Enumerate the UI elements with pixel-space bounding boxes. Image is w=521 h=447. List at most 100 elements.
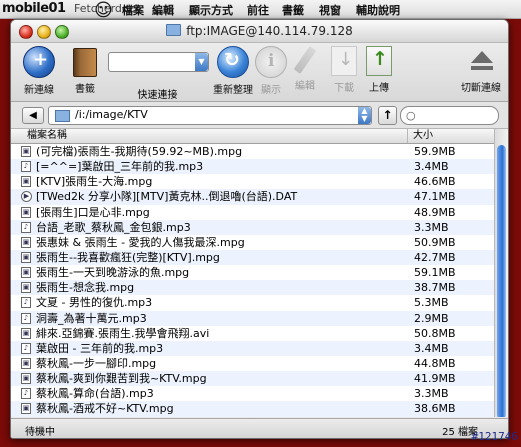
table-row[interactable]: ♪ 葉啟田 - 三年前的我.mp3 3.4MB bbox=[11, 340, 494, 356]
file-rows: ▣ (可完檔)張雨生-我期待(59.92~MB).mpg 59.9MB ♪ [=^^=]… bbox=[11, 144, 494, 417]
table-row[interactable]: ▣ 張雨生-想念我.mpg 38.7MB bbox=[11, 280, 494, 296]
file-size: 41.9MB bbox=[414, 372, 456, 386]
mobile01-logo: mobile01 bbox=[2, 1, 66, 16]
bookmarks-button[interactable]: 書籤 bbox=[55, 46, 115, 95]
folder-icon bbox=[55, 110, 70, 122]
quick-connect-label: 快速連接 bbox=[137, 90, 178, 101]
file-size: 3.4MB bbox=[414, 160, 449, 174]
scrollbar-thumb[interactable] bbox=[497, 145, 506, 417]
column-name-header[interactable]: 檔案名稱 bbox=[11, 129, 408, 143]
file-name: 張惠妹 & 張雨生 - 愛我的人傷我最深.mpg bbox=[36, 235, 245, 249]
file-name: 蔡秋鳳-爽到你艱苦到我~KTV.mpg bbox=[36, 372, 207, 386]
video-file-icon: ▣ bbox=[21, 236, 31, 248]
file-name: [TWed2k 分享小隊][MTV]黃克林..倒退嚕(台語).DAT bbox=[36, 190, 298, 204]
video-file-icon: ▣ bbox=[21, 146, 31, 157]
file-name: 蔡秋鳳-算命(台語).mp3 bbox=[36, 387, 154, 401]
menu-go[interactable]: 前往 bbox=[247, 2, 269, 18]
table-row[interactable]: ♪ 文夏 - 男性的復仇.mp3 5.3MB bbox=[11, 295, 494, 310]
video-file-icon: ▣ bbox=[21, 267, 31, 279]
menu-bar: mobile01 ☺ Fetcherdock 檔案 編輯 顯示方式 前往 書籤 … bbox=[0, 0, 521, 21]
quick-connect-select[interactable]: ▼ bbox=[108, 52, 209, 72]
video-file-icon: ▣ bbox=[21, 206, 31, 218]
window-title: ftp:IMAGE@140.114.79.128 bbox=[11, 24, 508, 38]
path-bar: ◀ /i:/image/KTV ▲ ▼ ↑ ○ bbox=[11, 102, 508, 129]
menu-window[interactable]: 視窗 bbox=[319, 2, 341, 18]
path-select[interactable]: /i:/image/KTV ▲ ▼ bbox=[48, 106, 372, 125]
search-icon: ○ bbox=[406, 109, 416, 122]
menu-edit[interactable]: 編輯 bbox=[152, 2, 174, 18]
ftp-window: ftp:IMAGE@140.114.79.128 新連線 書籤 ▼ 快速連接 重… bbox=[10, 19, 509, 439]
table-row[interactable]: ▣ 緋來.亞錦賽.張雨生.我學會飛翔.avi 50.8MB bbox=[11, 326, 494, 341]
search-input[interactable] bbox=[419, 108, 495, 123]
file-size: 48.9MB bbox=[414, 205, 456, 219]
file-size: 50.8MB bbox=[414, 326, 456, 340]
disconnect-button[interactable]: 切斷連線 bbox=[451, 46, 508, 94]
menu-file[interactable]: 檔案 bbox=[122, 2, 144, 18]
file-size: 46.6MB bbox=[414, 175, 456, 189]
table-row[interactable]: ♪ 蔡秋鳳-算命(台語).mp3 3.3MB bbox=[11, 386, 494, 401]
table-row[interactable]: ▣ [KTV]張雨生-大海.mpg 46.6MB bbox=[11, 174, 494, 189]
video-file-icon: ▣ bbox=[21, 282, 31, 294]
table-row[interactable]: ▣ 蔡秋鳳-一步一腳印.mpg 44.8MB bbox=[11, 356, 494, 371]
path-text: /i:/image/KTV bbox=[75, 108, 148, 121]
table-row[interactable]: ▣ 張惠妹 & 張雨生 - 愛我的人傷我最深.mpg 50.9MB bbox=[11, 235, 494, 250]
file-name: 葉啟田 - 三年前的我.mp3 bbox=[36, 341, 164, 355]
menu-help[interactable]: 輔助說明 bbox=[356, 2, 400, 18]
file-name: 蔡秋鳳-酒戒不好~KTV.mpg bbox=[36, 402, 174, 416]
upload-button[interactable]: 上傳 bbox=[349, 46, 409, 94]
file-name: 張雨生--我喜歡瘋狂(完整)[KTV].mpg bbox=[36, 250, 220, 264]
table-row[interactable]: ▶ [TWed2k 分享小隊][MTV]黃克林..倒退嚕(台語).DAT 47.1M… bbox=[11, 189, 494, 205]
video-file-icon: ▣ bbox=[21, 373, 31, 385]
search-field[interactable]: ○ bbox=[400, 106, 499, 125]
file-name: 洞壽_為著十萬元.mp3 bbox=[36, 311, 147, 325]
video-file-icon: ▣ bbox=[21, 403, 31, 415]
audio-file-icon: ♪ bbox=[21, 297, 31, 309]
file-size: 59.1MB bbox=[414, 266, 456, 280]
file-name: 文夏 - 男性的復仇.mp3 bbox=[36, 296, 153, 310]
file-name: [KTV]張雨生-大海.mpg bbox=[36, 175, 153, 189]
audio-file-icon: ♪ bbox=[21, 161, 31, 173]
file-size: 44.8MB bbox=[414, 356, 456, 370]
file-size: 3.3MB bbox=[414, 387, 449, 401]
folder-icon bbox=[166, 24, 182, 36]
table-row[interactable]: ▣ [張雨生]口是心非.mpg 48.9MB bbox=[11, 205, 494, 220]
table-row[interactable]: ▣ (可完檔)張雨生-我期待(59.92~MB).mpg 59.9MB bbox=[11, 144, 494, 159]
file-size: 2.9MB bbox=[414, 311, 449, 325]
table-row[interactable]: ♪ [=^^=]葉啟田_三年前的我.mp3 3.4MB bbox=[11, 159, 494, 175]
menu-bookmarks[interactable]: 書籤 bbox=[282, 2, 304, 18]
eject-icon bbox=[469, 46, 493, 76]
column-size-header[interactable]: 大小 bbox=[409, 129, 433, 143]
arrow-up-icon: ↑ bbox=[382, 108, 393, 122]
file-size: 47.1MB bbox=[414, 190, 456, 204]
table-row[interactable]: ♪ 洞壽_為著十萬元.mp3 2.9MB bbox=[11, 310, 494, 326]
video-file-icon: ▣ bbox=[21, 176, 31, 188]
video-file-icon: ▣ bbox=[21, 251, 31, 263]
title-bar: ftp:IMAGE@140.114.79.128 bbox=[11, 20, 508, 43]
file-name: 緋來.亞錦賽.張雨生.我學會飛翔.avi bbox=[36, 326, 210, 340]
toolbar: 新連線 書籤 ▼ 快速連接 重新整理 顯示 編輯 下載 上傳 bbox=[11, 43, 508, 102]
status-bar: 待機中 25 檔案 bbox=[11, 418, 508, 438]
list-header: 檔案名稱 大小 bbox=[11, 129, 494, 144]
table-row[interactable]: ▣ 張雨生-一天到晚游泳的魚.mpg 59.1MB bbox=[11, 265, 494, 280]
table-row[interactable]: ▣ 蔡秋鳳-酒戒不好~KTV.mpg 38.6MB bbox=[11, 401, 494, 417]
file-size: 50.9MB bbox=[414, 235, 456, 249]
updown-arrows-icon: ▲ ▼ bbox=[358, 107, 371, 124]
vertical-scrollbar[interactable] bbox=[494, 129, 508, 417]
bookmarks-label: 書籤 bbox=[75, 84, 95, 95]
file-name: (可完檔)張雨生-我期待(59.92~MB).mpg bbox=[36, 145, 243, 158]
back-button[interactable]: ◀ bbox=[22, 107, 44, 124]
play-file-icon: ▶ bbox=[21, 191, 32, 203]
parent-folder-button[interactable]: ↑ bbox=[378, 106, 397, 125]
audio-file-icon: ♪ bbox=[21, 312, 31, 324]
arrow-left-icon: ◀ bbox=[29, 110, 37, 121]
table-row[interactable]: ▣ 蔡秋鳳-爽到你艱苦到我~KTV.mpg 41.9MB bbox=[11, 371, 494, 387]
file-size: 38.6MB bbox=[414, 402, 456, 416]
upload-icon bbox=[366, 46, 392, 76]
audio-file-icon: ♪ bbox=[21, 388, 31, 400]
table-row[interactable]: ▣ 張雨生--我喜歡瘋狂(完整)[KTV].mpg 42.7MB bbox=[11, 249, 494, 266]
menu-view[interactable]: 顯示方式 bbox=[189, 2, 233, 18]
table-row[interactable]: ♪ 台語_老歌_蔡秋鳳_金包銀.mp3 3.3MB bbox=[11, 219, 494, 235]
video-file-icon: ▣ bbox=[21, 327, 31, 339]
file-name: 台語_老歌_蔡秋鳳_金包銀.mp3 bbox=[36, 220, 191, 234]
file-size: 5.3MB bbox=[414, 296, 449, 310]
